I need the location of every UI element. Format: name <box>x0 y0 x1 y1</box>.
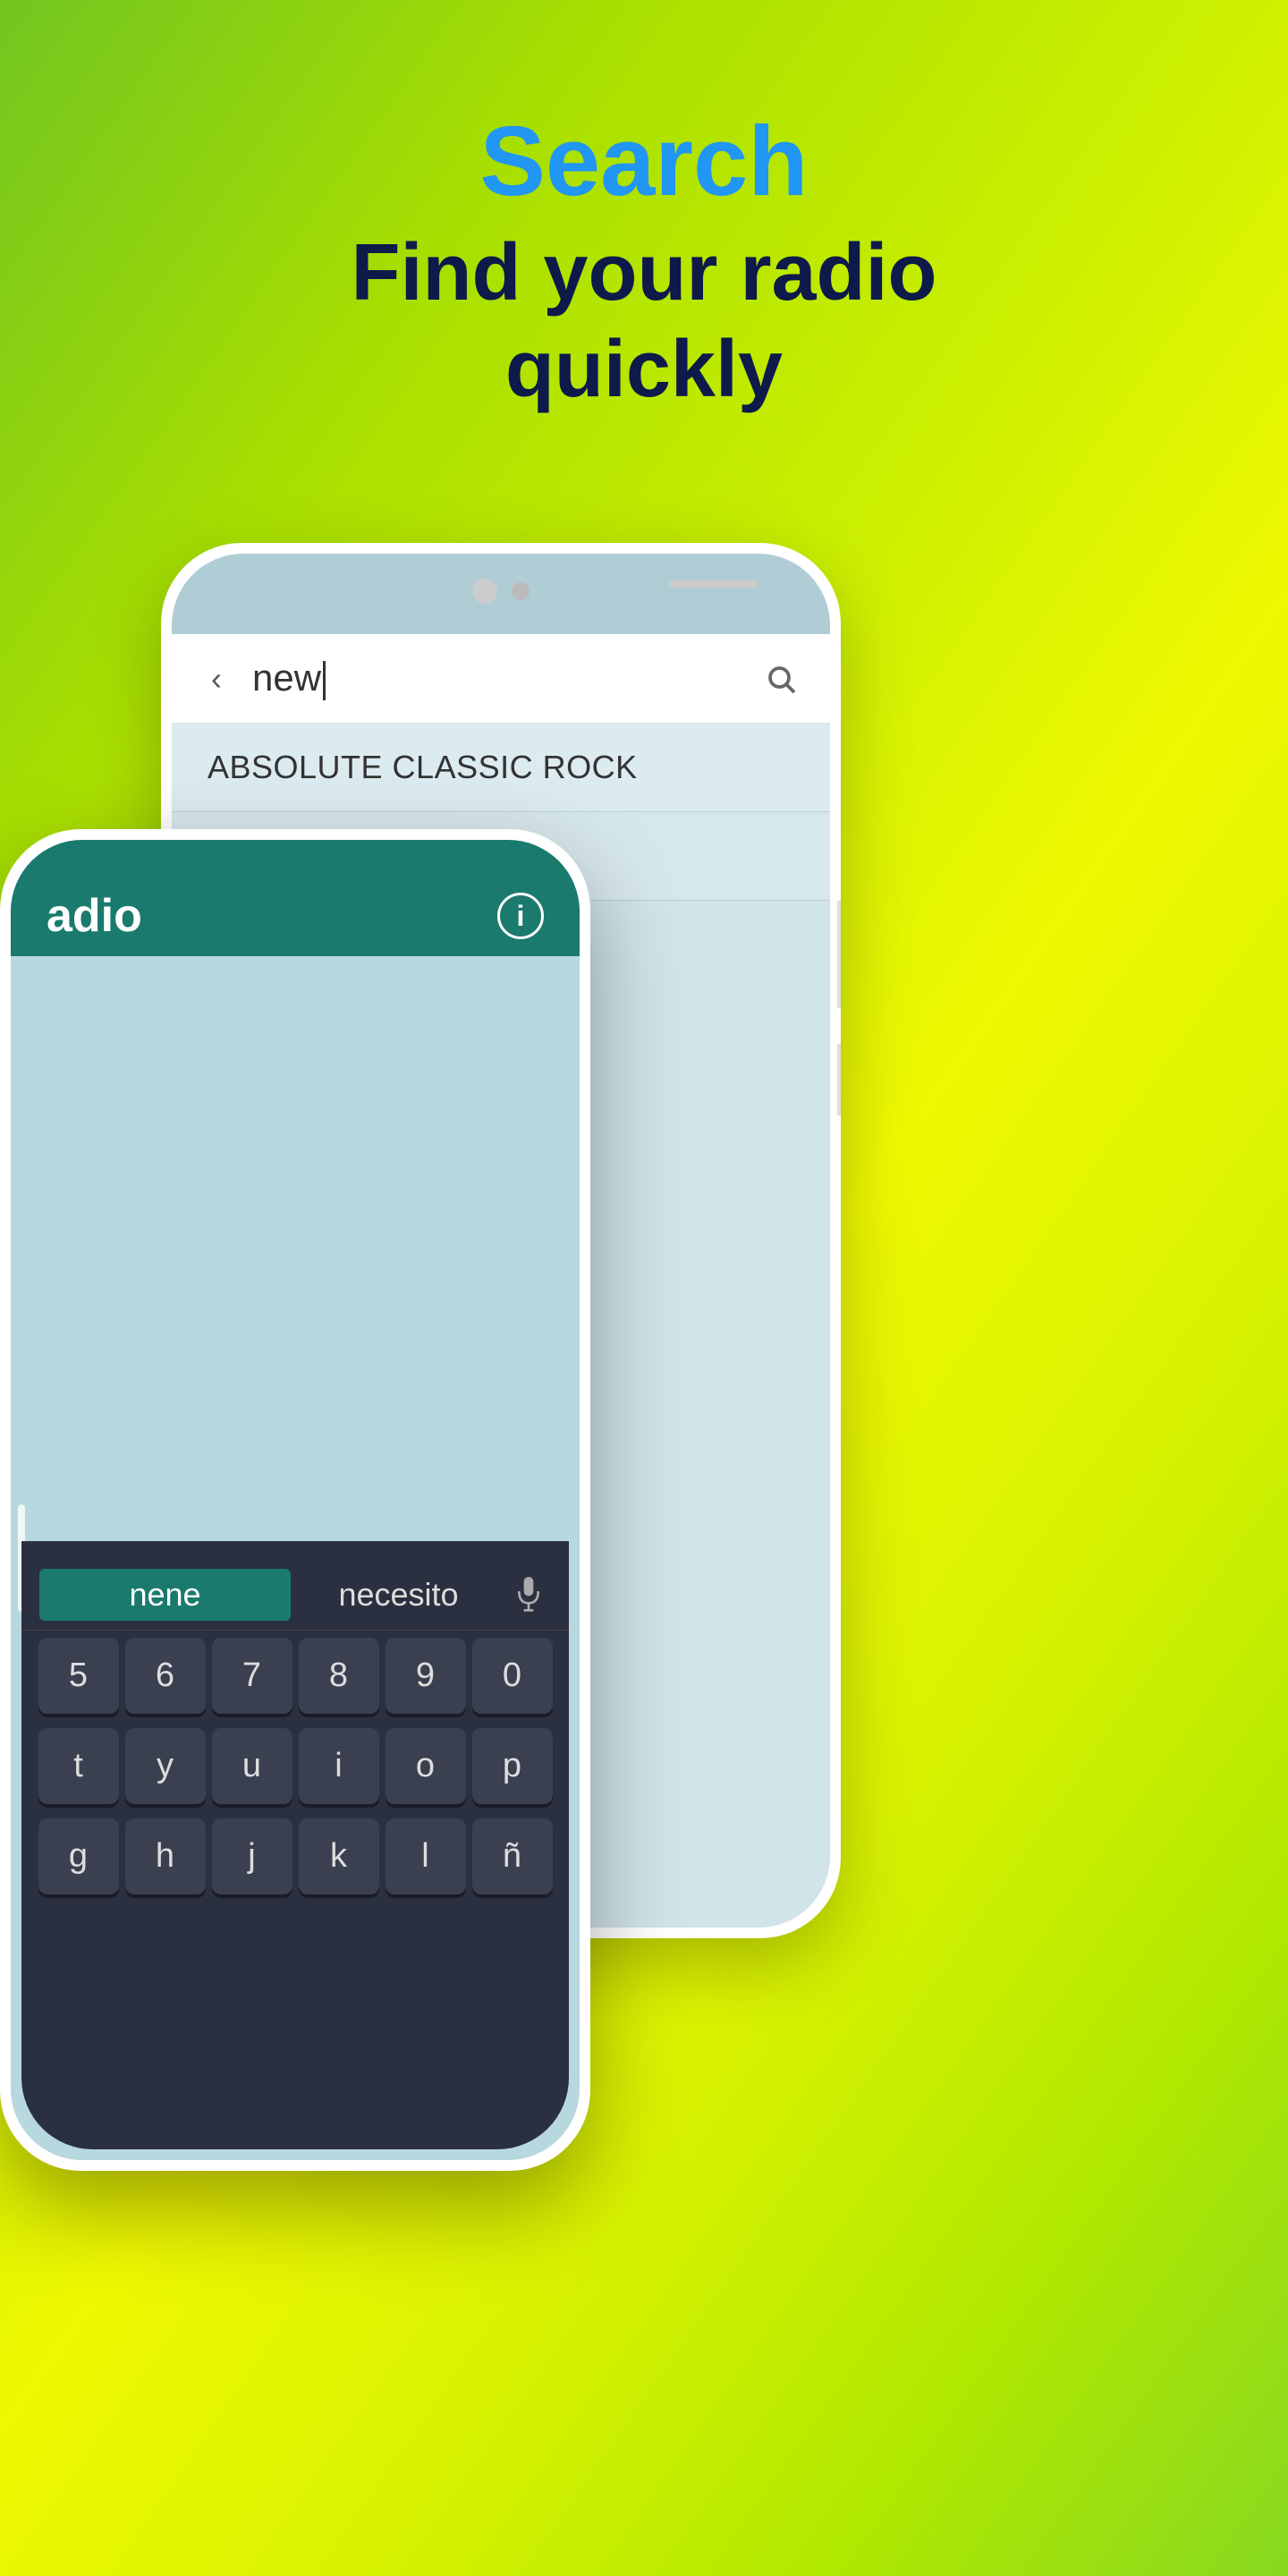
search-icon[interactable] <box>758 657 803 701</box>
key-i[interactable]: i <box>299 1728 379 1804</box>
keyboard-suggestions: nene necesito <box>21 1559 569 1631</box>
key-8[interactable]: 8 <box>299 1638 379 1714</box>
header-section: Search Find your radio quickly <box>351 107 936 418</box>
key-o[interactable]: o <box>386 1728 466 1804</box>
key-row-ghjkln: g h j k l ñ <box>21 1811 569 1902</box>
phone-notch <box>472 579 530 604</box>
result-item-1[interactable]: ABSOLUTE CLASSIC ROCK <box>172 724 830 812</box>
phone-front-screen: adio i 6 UK nene necesito <box>11 840 580 2160</box>
key-l[interactable]: l <box>386 1818 466 1894</box>
info-icon[interactable]: i <box>497 893 544 939</box>
key-g[interactable]: g <box>38 1818 119 1894</box>
key-6[interactable]: 6 <box>125 1638 206 1714</box>
key-5[interactable]: 5 <box>38 1638 119 1714</box>
camera-dot-2 <box>512 582 530 600</box>
key-j[interactable]: j <box>212 1818 292 1894</box>
key-t[interactable]: t <box>38 1728 119 1804</box>
search-input[interactable]: new <box>252 657 758 700</box>
back-arrow-icon[interactable]: ‹ <box>199 661 234 697</box>
key-7[interactable]: 7 <box>212 1638 292 1714</box>
keyboard: nene necesito 5 <box>21 1541 569 2149</box>
key-p[interactable]: p <box>472 1728 553 1804</box>
suggestion-2[interactable]: necesito <box>291 1576 506 1614</box>
key-u[interactable]: u <box>212 1728 292 1804</box>
key-n-tilde[interactable]: ñ <box>472 1818 553 1894</box>
key-0[interactable]: 0 <box>472 1638 553 1714</box>
suggestion-1[interactable]: nene <box>39 1569 291 1621</box>
mic-icon[interactable] <box>506 1572 551 1617</box>
key-row-tyuiop: t y u i o p <box>21 1721 569 1811</box>
volume-button-1 <box>837 901 841 1008</box>
phones-container: ‹ new ABSOLUTE CLASSIC ROCK BLUES@ <box>0 489 1288 2546</box>
search-heading: Search <box>351 107 936 216</box>
key-9[interactable]: 9 <box>386 1638 466 1714</box>
search-bar[interactable]: ‹ new <box>172 634 830 724</box>
key-y[interactable]: y <box>125 1728 206 1804</box>
radio-app-title: adio <box>47 889 497 943</box>
camera-dot-1 <box>472 579 497 604</box>
subtitle-text: Find your radio quickly <box>351 225 936 418</box>
phone-front: adio i 6 UK nene necesito <box>0 829 590 2171</box>
radio-app-header: adio i <box>11 840 580 956</box>
key-h[interactable]: h <box>125 1818 206 1894</box>
volume-button-2 <box>837 1044 841 1115</box>
page-content: Search Find your radio quickly ‹ n <box>0 0 1288 2546</box>
key-row-numbers: 5 6 7 8 9 0 <box>21 1631 569 1721</box>
status-bar <box>669 580 758 588</box>
text-cursor <box>323 661 326 700</box>
key-k[interactable]: k <box>299 1818 379 1894</box>
